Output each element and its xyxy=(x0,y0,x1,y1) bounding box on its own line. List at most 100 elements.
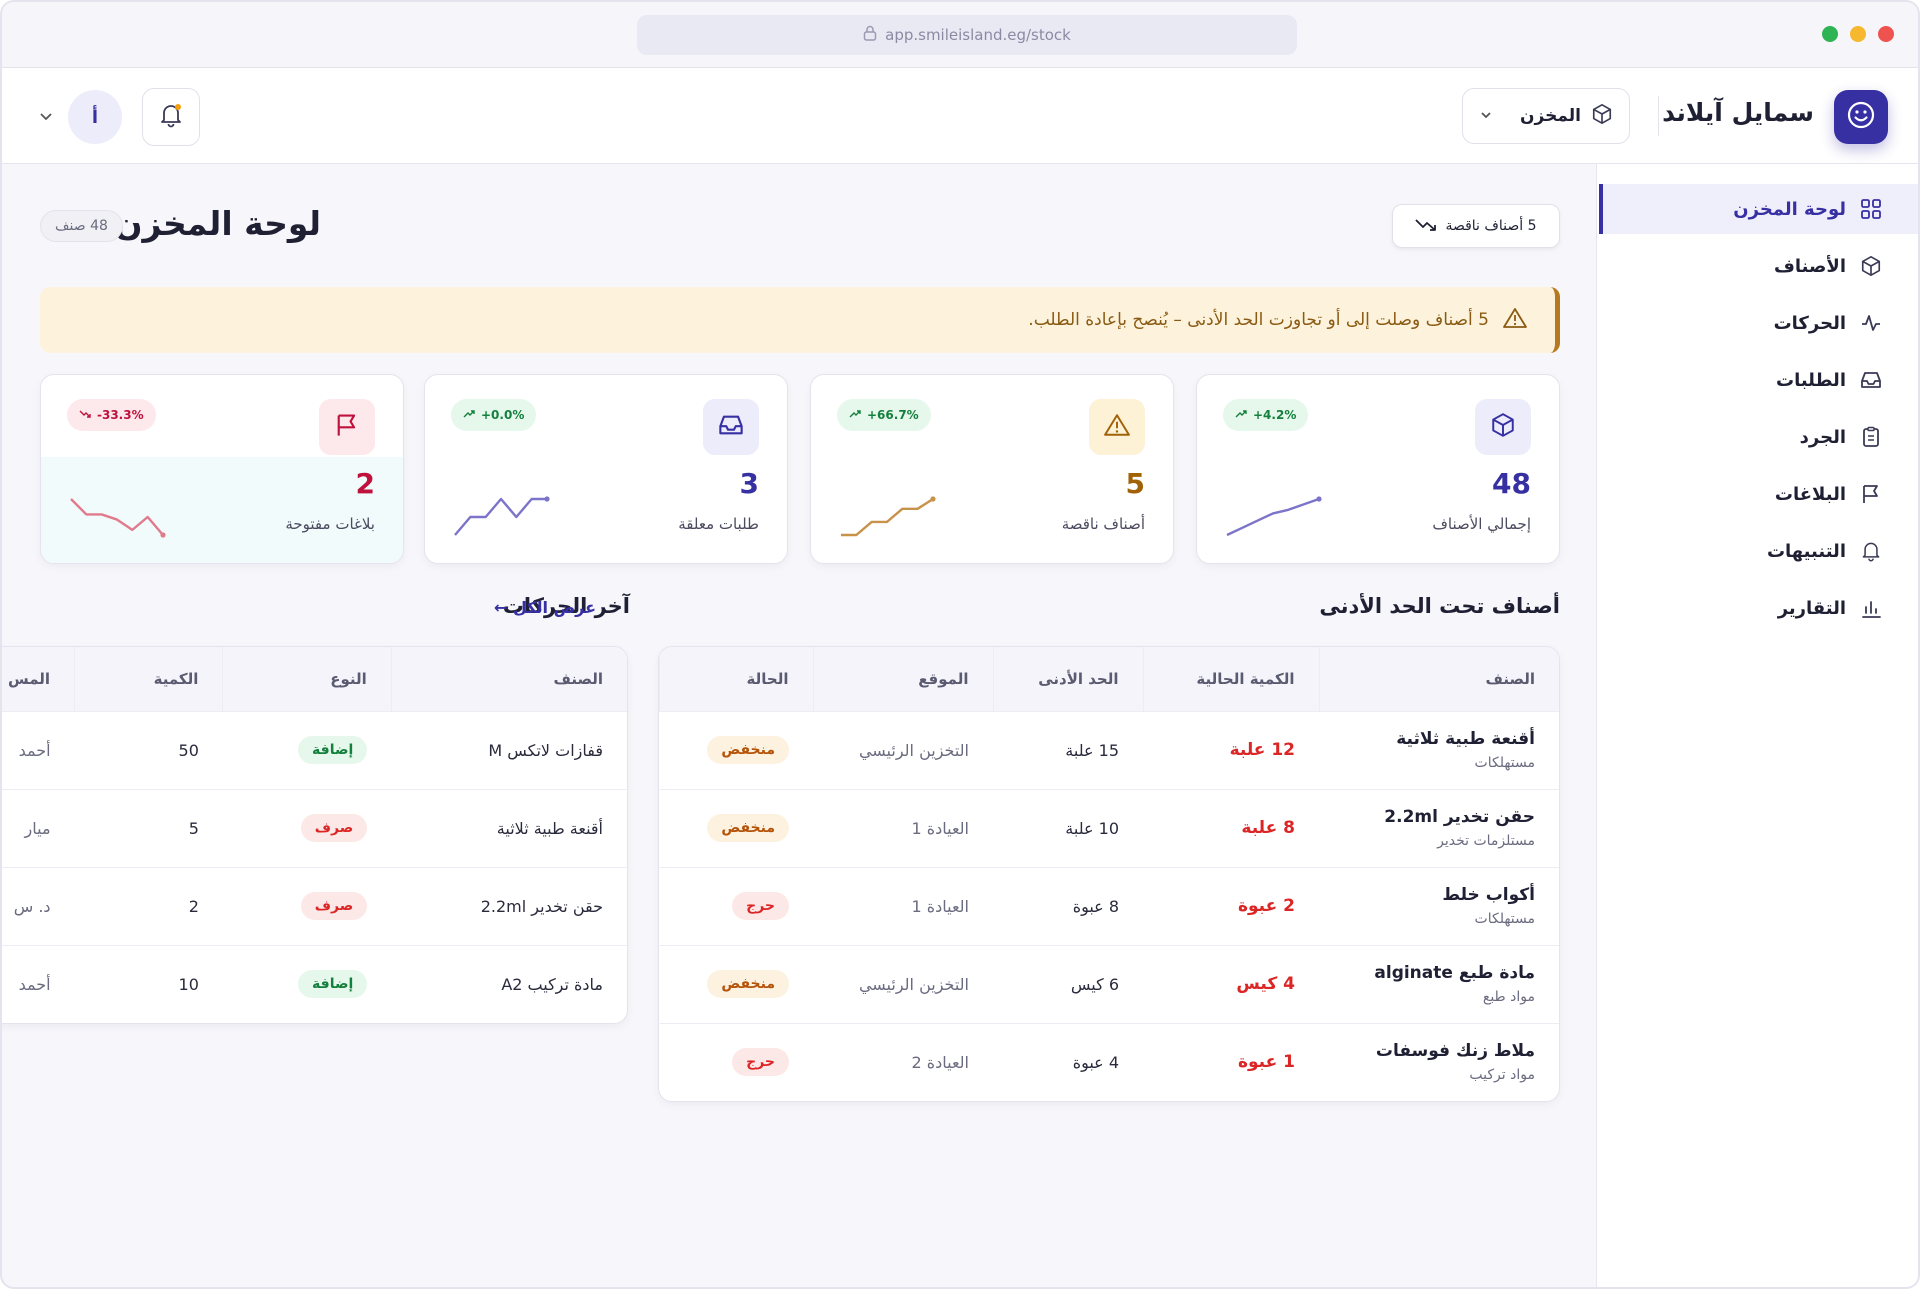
movement-user: د. س xyxy=(13,896,51,916)
sidebar-item-movements[interactable]: الحركات xyxy=(1599,298,1918,348)
table-row[interactable]: مادة تركيب A2 إضافة 10 أحمد xyxy=(2,944,627,1023)
view-all-label: عرض الكل ← xyxy=(493,598,596,617)
sparkline-open-reports xyxy=(70,498,166,538)
low-stock-chip[interactable]: 5 أصناف ناقصة xyxy=(1392,204,1560,248)
stat-card-open-reports[interactable]: -33.3% 2 بلاغات مفتوحة xyxy=(40,374,404,564)
store-select[interactable]: المخزن xyxy=(1462,88,1630,144)
location: العيادة 2 xyxy=(911,1052,969,1072)
trend-badge: +0.0% xyxy=(451,399,537,431)
item-cell: أقنعة طبية ثلاثية xyxy=(391,788,627,867)
qty-cell: 10 xyxy=(74,944,223,1023)
item-name: ملاط زنك فوسفات xyxy=(1375,1041,1535,1062)
sidebar-item-orders[interactable]: الطلبات xyxy=(1599,355,1918,405)
item-cell: حقن تخدير 2.2ml مستلزمات تخدير xyxy=(1319,788,1559,867)
sidebar-item-label: البلاغات xyxy=(1774,483,1846,505)
sidebar-item-alerts[interactable]: التنبيهات xyxy=(1599,526,1918,576)
table-row[interactable]: أقنعة طبية ثلاثية مستهلكات 12 علبة 15 علبة ا… xyxy=(659,710,1559,789)
current-qty-cell: 12 علبة xyxy=(1143,710,1319,789)
sparkline-pending-orders xyxy=(454,496,550,536)
browser-chrome: app.smileisland.eg/stock xyxy=(2,2,1918,68)
item-cell: أقنعة طبية ثلاثية مستهلكات xyxy=(1319,710,1559,789)
stat-value: 3 xyxy=(739,467,759,500)
brand-logo[interactable] xyxy=(1834,90,1888,144)
item-cell: مادة تركيب A2 xyxy=(391,944,627,1023)
sidebar-item-reports-issues[interactable]: البلاغات xyxy=(1599,469,1918,519)
item-name: أكواب خلط xyxy=(1442,885,1535,905)
sidebar-item-label: التنبيهات xyxy=(1766,540,1846,562)
sparkline-endpoint xyxy=(930,496,936,502)
location-cell: التخزين الرئيسي xyxy=(813,710,993,789)
user-cell: أحمد xyxy=(2,944,75,1023)
table-row[interactable]: ملاط زنك فوسفات مواد تركيب 1 عبوة 4 عبوة الع… xyxy=(659,1022,1559,1101)
lock-icon xyxy=(863,25,877,45)
sidebar-item-label: لوحة المخزن xyxy=(1733,198,1846,220)
box-icon xyxy=(1591,103,1613,129)
movement-user: أحمد xyxy=(18,974,51,994)
notifications-button[interactable] xyxy=(142,88,200,146)
table-row[interactable]: أكواب خلط مستهلكات 2 عبوة 8 عبوة العيادة 1 حر… xyxy=(659,866,1559,945)
sidebar-item-analytics[interactable]: التقارير xyxy=(1599,583,1918,633)
min-qty: 15 علبة xyxy=(1065,740,1119,760)
trend-value: +4.2% xyxy=(1253,408,1297,422)
movement-type-badge: إضافة xyxy=(298,736,368,764)
stat-label: إجمالي الأصناف xyxy=(1432,515,1531,533)
min-qty-cell: 10 علبة xyxy=(993,788,1143,867)
stat-card-low-items[interactable]: +66.7% 5 أصناف ناقصة xyxy=(810,374,1174,564)
avatar[interactable]: أ xyxy=(68,90,122,144)
browser-window: app.smileisland.eg/stock سمايل آيلاند ال… xyxy=(0,0,1920,1289)
status-badge: منخفض xyxy=(707,814,789,842)
sidebar-item-items[interactable]: الأصناف xyxy=(1599,241,1918,291)
trend-value: +0.0% xyxy=(481,408,525,422)
chevron-down-icon[interactable] xyxy=(38,108,54,128)
low-stock-table: الصنف الكمية الحالية الحد الأدنى الموقع … xyxy=(658,646,1560,1102)
min-qty: 10 علبة xyxy=(1065,818,1119,838)
table-header-row: الصنف الكمية الحالية الحد الأدنى الموقع … xyxy=(659,647,1559,711)
warning-icon xyxy=(1104,413,1130,441)
stat-card-pending-orders[interactable]: +0.0% 3 طلبات معلقة xyxy=(424,374,788,564)
sidebar-item-dashboard[interactable]: لوحة المخزن xyxy=(1599,184,1918,234)
status-cell: منخفض xyxy=(659,944,813,1023)
movement-user: ميار xyxy=(24,818,51,838)
stat-card-total-items[interactable]: +4.2% 48 إجمالي الأصناف xyxy=(1196,374,1560,564)
column-header: الكمية xyxy=(74,647,223,711)
table-row[interactable]: حقن تخدير 2.2ml صرف 2 د. س xyxy=(2,866,627,945)
table-row[interactable]: قفازات لاتكس M إضافة 50 أحمد xyxy=(2,710,627,789)
item-category: مستلزمات تخدير xyxy=(1437,833,1535,849)
sparkline-low-items xyxy=(841,496,936,537)
grid-icon xyxy=(1860,198,1882,220)
min-qty-cell: 6 كيس xyxy=(993,944,1143,1023)
brand-name: سمايل آيلاند xyxy=(1662,98,1814,127)
table-row[interactable]: مادة طبع alginate مواد طبع 4 كيس 6 كيس التخز… xyxy=(659,944,1559,1023)
qty-cell: 50 xyxy=(74,710,223,789)
page-title: لوحة المخزن xyxy=(114,204,321,243)
close-window-button[interactable] xyxy=(1878,26,1894,42)
type-cell: إضافة xyxy=(222,944,392,1023)
movement-type-badge: إضافة xyxy=(298,970,368,999)
maximize-window-button[interactable] xyxy=(1822,26,1838,42)
current-qty-cell: 8 علبة xyxy=(1143,788,1319,867)
minimize-window-button[interactable] xyxy=(1850,26,1866,42)
column-header: الحد الأدنى xyxy=(992,647,1143,711)
item-category: مستهلكات xyxy=(1474,755,1535,771)
movement-qty: 10 xyxy=(178,974,199,994)
sidebar-item-inventory-count[interactable]: الجرد xyxy=(1599,412,1918,462)
current-qty: 8 علبة xyxy=(1241,818,1295,838)
status-cell: منخفض xyxy=(659,788,813,867)
table-row[interactable]: حقن تخدير 2.2ml مستلزمات تخدير 8 علبة 10 عل… xyxy=(659,788,1559,867)
item-name: قفازات لاتكس M xyxy=(488,740,603,760)
address-bar[interactable]: app.smileisland.eg/stock xyxy=(637,15,1297,55)
alert-text: 5 أصناف وصلت إلى أو تجاوزت الحد الأدنى –… xyxy=(1028,310,1489,330)
current-qty: 1 عبوة xyxy=(1237,1052,1295,1073)
chip-label: 5 أصناف ناقصة xyxy=(1445,218,1537,234)
current-qty: 4 كيس xyxy=(1236,974,1295,994)
current-qty-cell: 2 عبوة xyxy=(1143,866,1319,945)
type-cell: صرف xyxy=(222,788,392,867)
trending-up-icon xyxy=(849,408,861,422)
location-cell: العيادة 1 xyxy=(813,788,993,867)
item-name: حقن تخدير 2.2ml xyxy=(1384,807,1535,827)
card-icon-flag xyxy=(319,399,375,455)
trend-badge: -33.3% xyxy=(67,399,156,431)
table-row[interactable]: أقنعة طبية ثلاثية صرف 5 ميار xyxy=(2,788,627,867)
user-cell: أحمد xyxy=(2,710,75,789)
view-all-link[interactable]: عرض الكل ← xyxy=(494,598,596,617)
